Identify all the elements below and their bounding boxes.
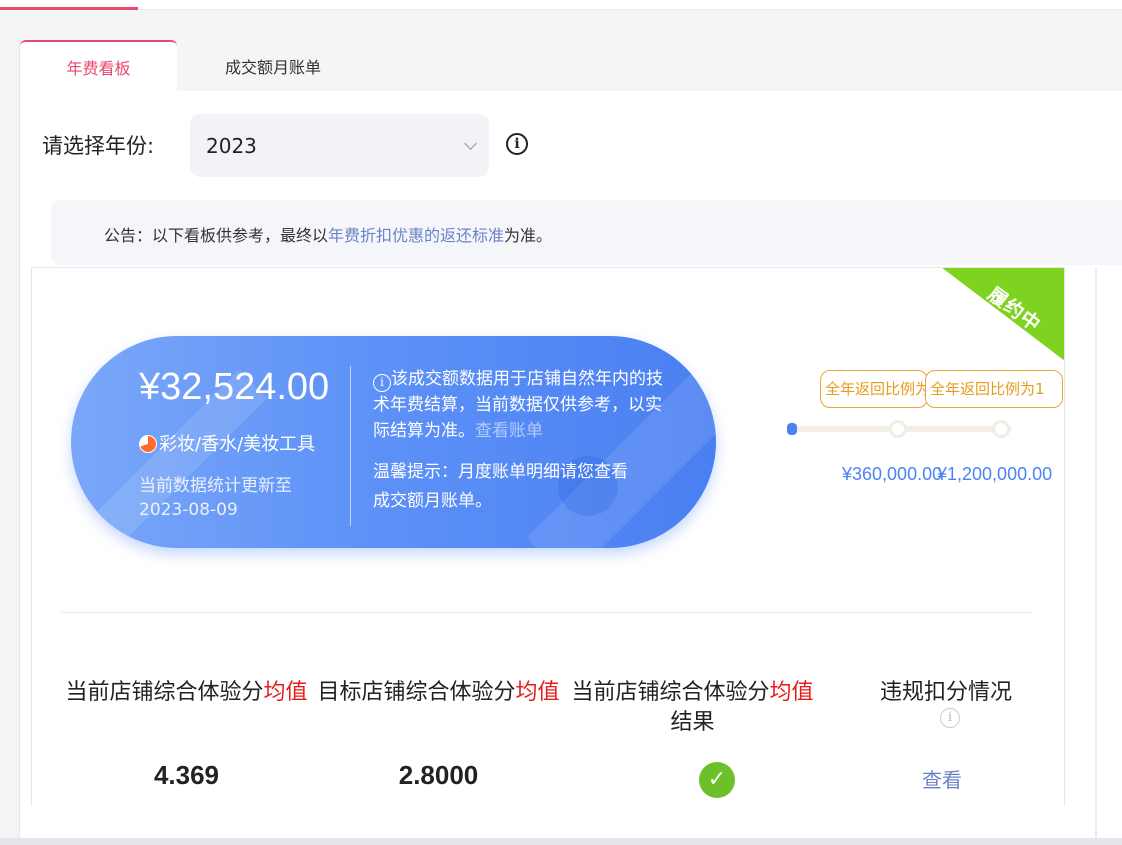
metric-suffix: 结果: [670, 710, 715, 735]
metric-score-result: 当前店铺综合体验分均值结果: [570, 678, 815, 738]
info-icon[interactable]: i: [506, 133, 528, 155]
metric-value: 4.369: [153, 760, 220, 790]
info-icon: i: [373, 374, 391, 392]
progress-node: [992, 420, 1010, 438]
chevron-down-icon: [464, 137, 477, 150]
year-select[interactable]: 2023: [190, 114, 489, 177]
notice-suffix: 为准。: [504, 226, 553, 245]
update-label: 当前数据统计更新至: [139, 476, 292, 496]
notice-banner: 公告：以下看板供参考，最终以年费折扣优惠的返还标准为准。: [51, 200, 1122, 265]
update-info: 当前数据统计更新至 2023-08-09: [139, 474, 292, 522]
view-bill-link[interactable]: 查看账单: [475, 421, 543, 441]
metric-value: 2.8000: [398, 760, 479, 790]
milestone-amount: ¥360,000.00: [842, 464, 943, 484]
monthly-bill-tip: 温馨提示：月度账单明细请您查看成交额月账单。: [373, 462, 628, 511]
metric-label: 目标店铺综合体验分: [317, 680, 516, 705]
milestone-amount: ¥1,200,000.00: [937, 464, 1053, 484]
section-divider: [62, 612, 1032, 613]
top-bar-accent: [0, 7, 138, 10]
metric-target-score: 目标店铺综合体验分均值: [316, 678, 561, 708]
year-select-value: 2023: [206, 134, 257, 158]
metric-highlight: 均值: [515, 680, 560, 705]
notice-text: 公告：以下看板供参考，最终以年费折扣优惠的返还标准为准。: [104, 222, 552, 246]
notice-link[interactable]: 年费折扣优惠的返还标准: [328, 226, 504, 245]
summary-description: i 该成交额数据用于店铺自然年内的技术年费结算，当前数据仅供参考，以实际结算为准。…: [373, 366, 673, 444]
bottom-bar: [0, 838, 1122, 845]
turnover-amount: ¥32,524.00: [139, 366, 330, 408]
metric-violations: 违规扣分情况: [879, 680, 1012, 705]
year-label: 请选择年份:: [42, 134, 155, 158]
metric-highlight: 均值: [769, 680, 814, 705]
category-line: 彩妆/香水/美妆工具: [139, 430, 315, 456]
metric-highlight: 均值: [263, 680, 308, 705]
summary-divider: [350, 366, 351, 526]
progress-node: [889, 420, 907, 438]
tab-monthly-bill[interactable]: 成交额月账单: [183, 40, 363, 91]
tab-annual-fee-board[interactable]: 年费看板: [20, 40, 177, 91]
metric-current-score: 当前店铺综合体验分均值: [64, 678, 309, 708]
annual-fee-card: 履约中 ¥32,524.00 彩妆/香水/美妆工具 当前数据统计更新至 2023-…: [31, 267, 1065, 806]
milestone-bubble: 全年返回比例为1: [925, 370, 1063, 408]
progress-current: [787, 423, 797, 435]
top-bar: [0, 0, 1122, 10]
summary-card: ¥32,524.00 彩妆/香水/美妆工具 当前数据统计更新至 2023-08-0…: [71, 336, 716, 548]
tab-bar: 年费看板 成交额月账单: [20, 40, 1122, 91]
metric-label: 当前店铺综合体验分: [571, 680, 770, 705]
view-violations-link[interactable]: 查看: [922, 764, 962, 793]
info-icon[interactable]: i: [940, 708, 960, 728]
notice-prefix: 公告：以下看板供参考，最终以: [104, 226, 329, 245]
update-date: 2023-08-09: [139, 500, 238, 520]
metric-label: 当前店铺综合体验分: [65, 680, 264, 705]
milestone-bubble: 全年返回比例为50%: [820, 370, 928, 408]
pie-chart-icon: [139, 435, 157, 453]
category-text: 彩妆/香水/美妆工具: [159, 434, 316, 455]
check-icon: ✓: [699, 762, 735, 798]
status-ribbon: 履约中: [941, 268, 1064, 361]
next-card-edge: [1095, 267, 1097, 845]
